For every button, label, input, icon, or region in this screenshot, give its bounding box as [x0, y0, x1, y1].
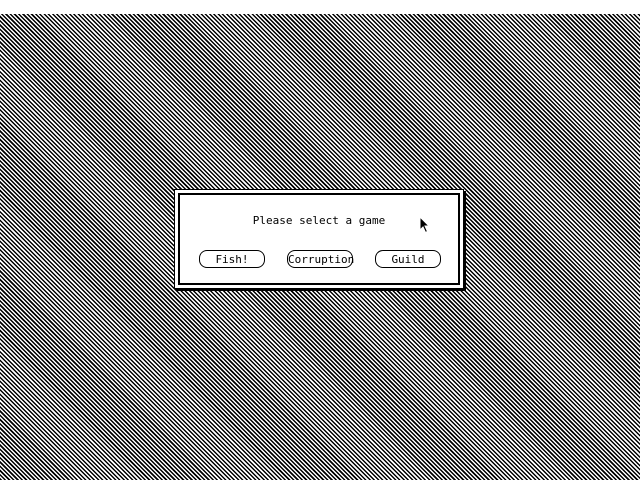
guild-button[interactable]: Guild [375, 250, 441, 268]
dialog-inner-frame: Please select a game Fish! Corruption Gu… [178, 193, 460, 285]
fish-button[interactable]: Fish! [199, 250, 265, 268]
menubar-strip [0, 0, 640, 14]
screen: Please select a game Fish! Corruption Gu… [0, 0, 640, 480]
game-select-dialog: Please select a game Fish! Corruption Gu… [174, 189, 464, 289]
dialog-prompt: Please select a game [252, 214, 386, 227]
corruption-button[interactable]: Corruption [287, 250, 354, 268]
arrow-cursor-icon [419, 216, 431, 234]
